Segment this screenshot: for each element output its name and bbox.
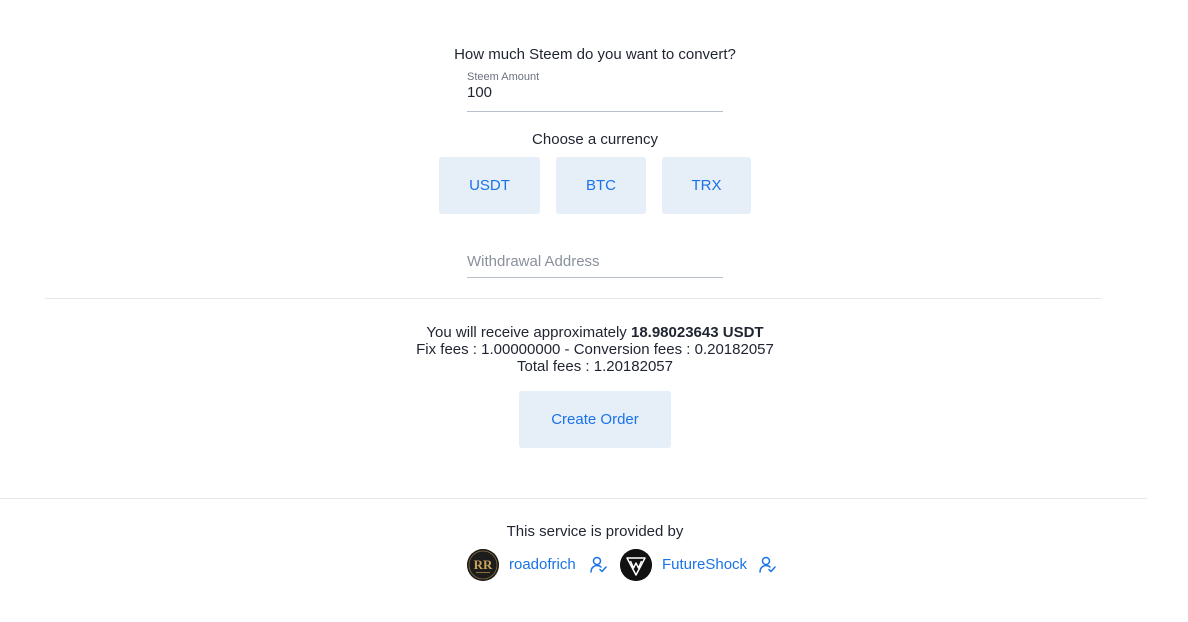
- currency-prompt: Choose a currency: [532, 131, 658, 148]
- roadofrich-logo-icon: RR: [467, 549, 499, 581]
- conversion-summary: You will receive approximately 18.980236…: [0, 324, 1188, 375]
- receive-prefix: You will receive approximately: [426, 324, 627, 341]
- total-fees-line: Total fees : 1.20182057: [517, 358, 673, 375]
- divider: [45, 298, 1101, 299]
- steem-amount-field[interactable]: Steem Amount 100: [467, 71, 723, 112]
- provider-link-futureshock[interactable]: FutureShock: [662, 556, 747, 573]
- currency-trx-button[interactable]: TRX: [662, 157, 751, 214]
- provider-link-roadofrich[interactable]: roadofrich: [509, 556, 576, 573]
- user-icon[interactable]: [589, 556, 607, 574]
- fees-line: Fix fees : 1.00000000 - Conversion fees …: [416, 341, 774, 358]
- divider: [0, 498, 1147, 499]
- svg-text:RR: RR: [474, 557, 493, 572]
- currency-btc-button[interactable]: BTC: [556, 157, 646, 214]
- currency-usdt-button[interactable]: USDT: [439, 157, 540, 214]
- conversion-question: How much Steem do you want to convert?: [454, 46, 736, 63]
- user-icon[interactable]: [758, 556, 776, 574]
- receive-amount: 18.98023643 USDT: [630, 324, 764, 341]
- create-order-button[interactable]: Create Order: [519, 391, 671, 448]
- provided-by-text: This service is provided by: [506, 523, 684, 540]
- steem-amount-label: Steem Amount: [467, 71, 540, 83]
- withdrawal-address-input[interactable]: Withdrawal Address: [467, 253, 723, 278]
- steem-amount-input[interactable]: 100: [467, 84, 492, 101]
- receive-line: You will receive approximately 18.980236…: [0, 324, 1188, 341]
- futureshock-logo-icon: [620, 549, 652, 581]
